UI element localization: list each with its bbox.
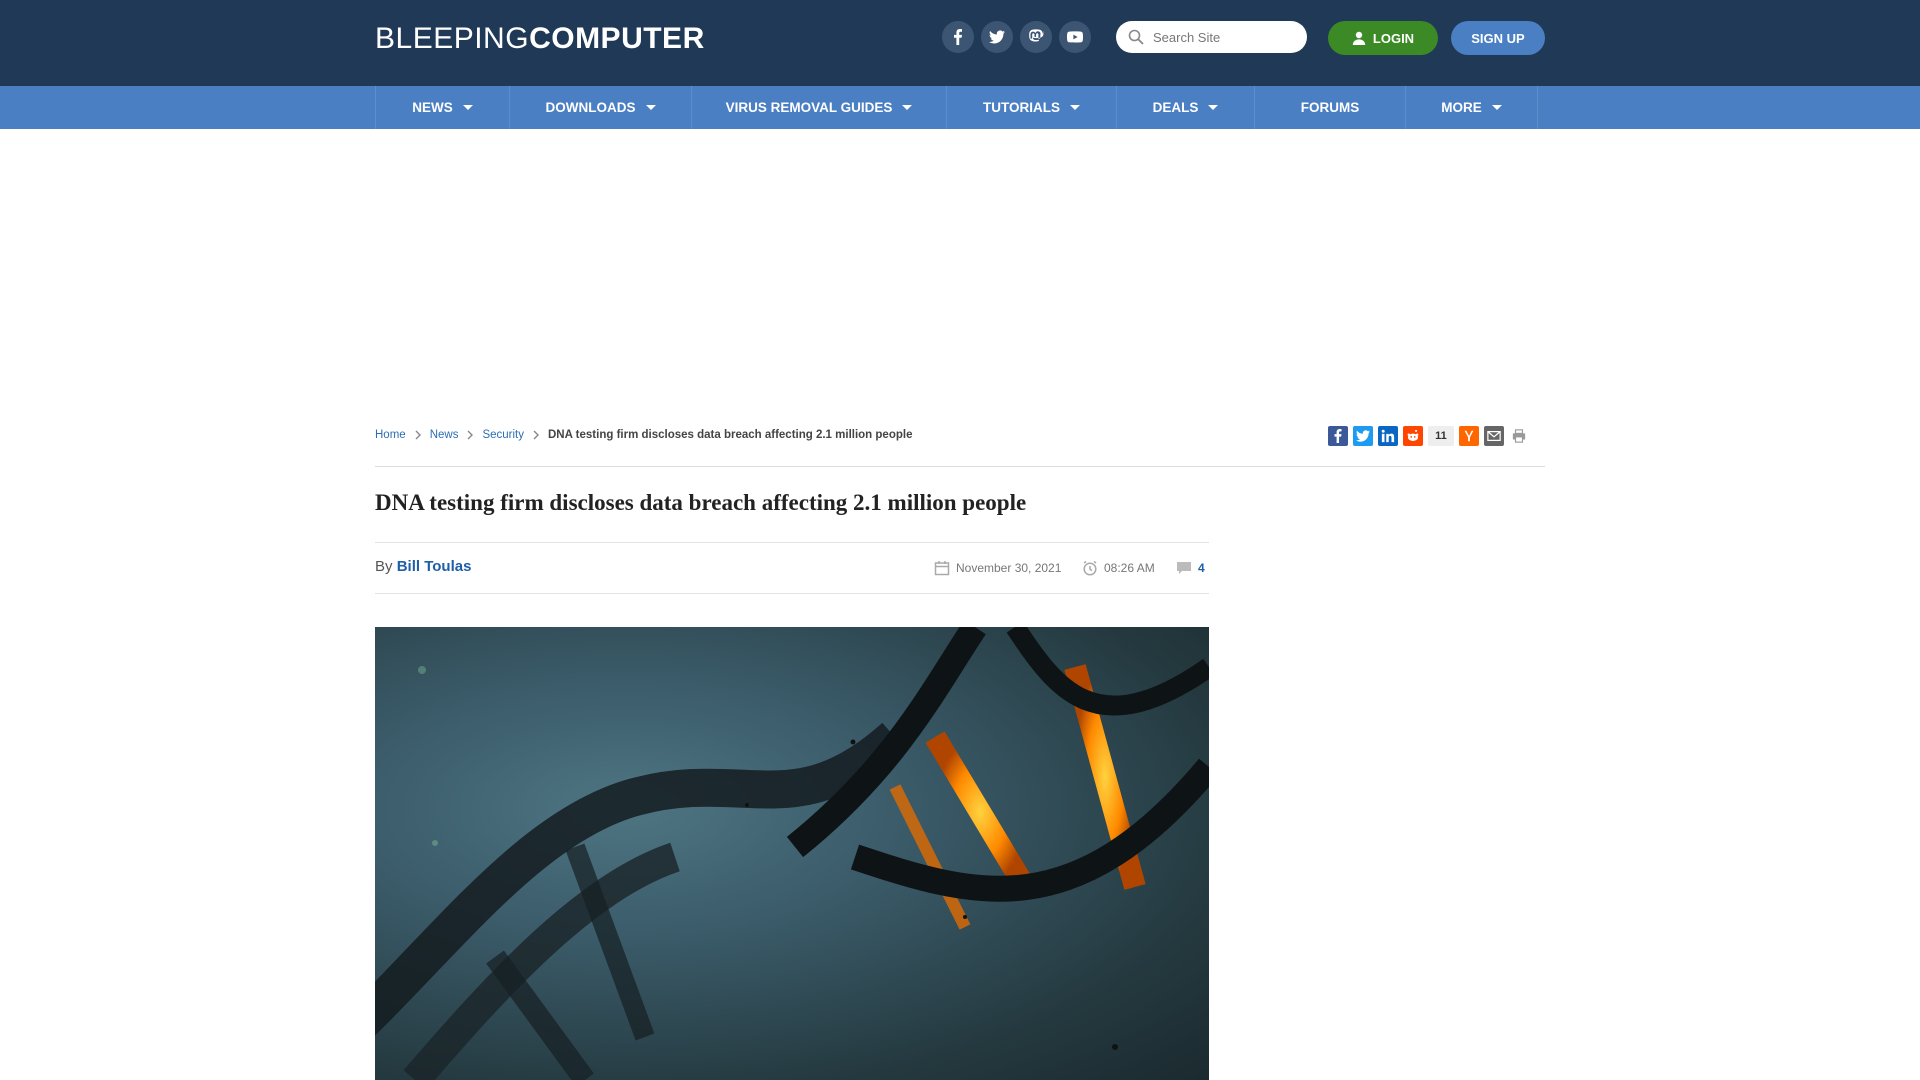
- nav-item-news[interactable]: NEWS: [375, 86, 509, 129]
- breadcrumb-current: DNA testing firm discloses data breach a…: [548, 429, 913, 441]
- breadcrumb-security[interactable]: Security: [482, 429, 524, 441]
- nav-item-deals[interactable]: DEALS: [1116, 86, 1254, 129]
- comment-icon: [1177, 562, 1191, 574]
- search-icon: [1128, 29, 1144, 45]
- search-input[interactable]: [1151, 28, 1295, 46]
- logo-bold-text: COMPUTER: [529, 22, 705, 55]
- caret-down-icon: [645, 105, 656, 110]
- byline-prefix: By: [375, 558, 393, 575]
- divider: [375, 542, 1209, 543]
- signup-button[interactable]: SIGN UP: [1451, 21, 1545, 55]
- comments-link[interactable]: 4: [1176, 560, 1205, 576]
- article-title: DNA testing firm discloses data breach a…: [375, 490, 1027, 515]
- nav-label: MORE: [1441, 100, 1482, 115]
- author-link[interactable]: Bill Toulas: [397, 558, 472, 575]
- share-count: 11: [1428, 426, 1454, 446]
- social-links: [942, 21, 1091, 53]
- login-label: LOGIN: [1372, 30, 1415, 46]
- facebook-icon[interactable]: [1328, 426, 1348, 446]
- site-header: BLEEPINGCOMPUTER LOGIN SIGN UP: [0, 0, 1920, 86]
- caret-down-icon: [1491, 105, 1502, 110]
- search-box[interactable]: [1116, 21, 1307, 53]
- chevron-right-icon: [467, 430, 474, 440]
- reddit-icon[interactable]: [1403, 426, 1423, 446]
- dna-helix-illustration: [375, 627, 1209, 1080]
- ad-space: [0, 129, 1920, 400]
- caret-down-icon: [1070, 105, 1080, 110]
- email-icon[interactable]: [1484, 426, 1504, 446]
- chevron-right-icon: [415, 430, 421, 440]
- nav-label: FORUMS: [1300, 100, 1360, 115]
- divider: [375, 466, 1545, 467]
- print-icon[interactable]: [1509, 426, 1529, 446]
- nav-label: VIRUS REMOVAL GUIDES: [725, 100, 893, 115]
- calendar-icon: [934, 561, 950, 576]
- login-button[interactable]: LOGIN: [1328, 21, 1438, 55]
- breadcrumb-news[interactable]: News: [430, 429, 459, 441]
- nav-item-tutorials[interactable]: TUTORIALS: [946, 86, 1116, 129]
- article-date: November 30, 2021: [934, 560, 1061, 576]
- breadcrumb-home[interactable]: Home: [375, 429, 406, 441]
- byline: By Bill Toulas: [375, 558, 471, 575]
- date-text: November 30, 2021: [956, 561, 1062, 575]
- logo-light-text: BLEEPING: [375, 22, 530, 55]
- nav-label: TUTORIALS: [983, 100, 1060, 115]
- user-icon: [1352, 31, 1366, 45]
- nav-item-virus-removal-guides[interactable]: VIRUS REMOVAL GUIDES: [691, 86, 946, 129]
- nav-item-more[interactable]: MORE: [1405, 86, 1538, 129]
- facebook-icon[interactable]: [942, 21, 974, 53]
- caret-down-icon: [1208, 105, 1219, 110]
- nav-label: DEALS: [1152, 100, 1199, 115]
- article-time: 08:26 AM: [1082, 560, 1155, 576]
- nav-item-forums[interactable]: FORUMS: [1254, 86, 1405, 129]
- breadcrumb: Home News Security DNA testing firm disc…: [375, 429, 912, 441]
- caret-down-icon: [462, 105, 473, 110]
- twitter-icon[interactable]: [981, 21, 1013, 53]
- nav-label: DOWNLOADS: [545, 100, 636, 115]
- nav-item-downloads[interactable]: DOWNLOADS: [509, 86, 691, 129]
- main-nav: NEWS DOWNLOADS VIRUS REMOVAL GUIDES TUTO…: [0, 86, 1920, 129]
- linkedin-icon[interactable]: [1378, 426, 1398, 446]
- share-bar: 11: [1328, 426, 1529, 446]
- chevron-right-icon: [533, 430, 539, 440]
- caret-down-icon: [902, 105, 913, 110]
- clock-icon: [1083, 560, 1097, 576]
- youtube-icon[interactable]: [1059, 21, 1091, 53]
- twitter-icon[interactable]: [1353, 426, 1373, 446]
- time-text: 08:26 AM: [1104, 561, 1155, 575]
- signup-label: SIGN UP: [1471, 30, 1525, 46]
- divider: [375, 593, 1209, 594]
- mastodon-icon[interactable]: [1020, 21, 1052, 53]
- nav-label: NEWS: [412, 100, 453, 115]
- site-logo[interactable]: BLEEPINGCOMPUTER: [375, 22, 705, 56]
- hackernews-icon[interactable]: [1459, 426, 1479, 446]
- comment-count: 4: [1198, 561, 1205, 575]
- article-hero-image: [375, 627, 1209, 1080]
